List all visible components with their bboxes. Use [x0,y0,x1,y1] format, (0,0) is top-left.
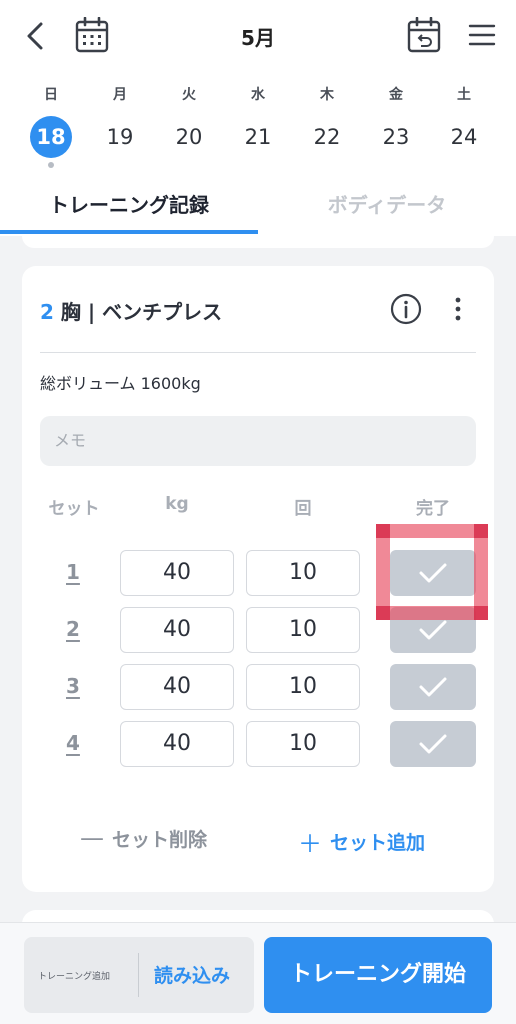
weekday-label: 火 [182,87,196,103]
minus-icon: — [80,824,104,852]
exercise-title: 2 胸 | ベンチプレス [40,296,222,325]
set-number[interactable]: 4 [66,731,80,755]
tab-body-data[interactable]: ボディデータ [258,190,516,220]
reps-input[interactable]: 10 [246,664,360,710]
add-set-label: セット追加 [330,832,426,854]
date-number: 22 [313,125,341,149]
complete-set-button[interactable] [390,664,476,710]
exercise-name: 胸 | ベンチプレス [60,300,223,324]
column-header-set: セット [48,499,100,519]
day-22[interactable]: 木 22 [297,84,357,158]
set-number[interactable]: 2 [66,617,80,641]
date-number: 19 [106,125,134,149]
weekday-label: 木 [320,87,334,103]
weight-input[interactable]: 40 [120,721,234,767]
load-button[interactable]: 読み込み [154,961,230,988]
day-20[interactable]: 火 20 [159,84,219,158]
weekday-label: 土 [457,87,471,103]
date-number: 21 [244,125,272,149]
weekday-label: 金 [389,87,403,103]
start-training-button[interactable]: トレーニング開始 [264,937,492,1013]
complete-set-button[interactable] [390,607,476,653]
check-icon [419,620,447,640]
back-arrow-icon [27,22,43,50]
check-icon [419,563,447,583]
memo-field[interactable]: メモ [40,416,476,466]
record-dot [48,162,54,168]
set-row: 2 40 10 [22,607,494,653]
set-number[interactable]: 1 [66,560,80,584]
exercise-number: 2 [40,300,54,324]
set-row: 4 40 10 [22,721,494,767]
delete-set-label: セット削除 [112,828,208,851]
tab-training-record[interactable]: トレーニング記録 [0,190,258,220]
set-actions: — セット削除 ＋ セット追加 [22,824,494,859]
add-set-button[interactable]: ＋ セット追加 [298,824,425,859]
add-training-label: トレーニング追加 [38,972,111,982]
set-number[interactable]: 3 [66,674,80,698]
weight-input[interactable]: 40 [120,664,234,710]
weight-input[interactable]: 40 [120,550,234,596]
day-21[interactable]: 水 21 [228,84,288,158]
date-number: 23 [382,125,410,149]
weight-input[interactable]: 40 [120,607,234,653]
bottom-bar: トレーニング追加 読み込み トレーニング開始 [0,922,516,1024]
exercise-card: 2 胸 | ベンチプレス 総ボリューム 1600kg メモ セット kg 回 完… [22,266,494,892]
day-19[interactable]: 月 19 [90,84,150,158]
column-header-done: 完了 [416,499,450,519]
menu-button[interactable] [466,20,498,50]
previous-exercise-card [22,236,494,248]
more-vertical-icon [455,297,461,321]
check-icon [419,677,447,697]
hamburger-menu-icon [468,24,496,46]
divider [40,352,476,353]
weekday-label: 水 [251,87,265,103]
calendar-button[interactable] [74,16,110,54]
week-strip: 日 18 月 19 火 20 水 21 木 22 金 23 土 24 [0,84,516,174]
back-button[interactable] [18,18,52,54]
calendar-reset-icon [407,17,441,53]
more-options-button[interactable] [446,293,470,325]
plus-icon: ＋ [298,830,322,858]
month-title: 5月 [241,26,275,50]
active-tab-indicator [0,230,258,234]
weekday-label: 日 [44,87,58,103]
calendar-icon [75,17,109,53]
load-panel: トレーニング追加 読み込み [24,937,254,1013]
date-number: 20 [175,125,203,149]
set-row: 3 40 10 [22,664,494,710]
top-bar: 5月 [0,0,516,72]
date-number: 18 [30,116,72,158]
column-header-kg: kg [165,494,189,514]
check-icon [419,734,447,754]
day-24[interactable]: 土 24 [434,84,494,158]
reps-input[interactable]: 10 [246,721,360,767]
tab-bar: トレーニング記録 ボディデータ [0,180,516,236]
header: 5月 日 18 月 19 火 20 水 21 木 22 金 23 土 24 トレ… [0,0,516,236]
delete-set-button[interactable]: — セット削除 [80,824,207,852]
date-number: 24 [450,125,478,149]
calendar-today-button[interactable] [406,16,442,54]
complete-set-button[interactable] [390,721,476,767]
info-button[interactable] [390,293,422,325]
column-header-reps: 回 [294,499,312,519]
reps-input[interactable]: 10 [246,550,360,596]
day-18[interactable]: 日 18 [21,84,81,168]
complete-set-button[interactable] [390,550,476,596]
set-row: 1 40 10 [22,550,494,596]
separator [138,953,139,997]
info-icon [390,293,422,325]
weekday-label: 月 [113,87,127,103]
total-volume: 総ボリューム 1600kg [40,374,201,393]
reps-input[interactable]: 10 [246,607,360,653]
day-23[interactable]: 金 23 [366,84,426,158]
